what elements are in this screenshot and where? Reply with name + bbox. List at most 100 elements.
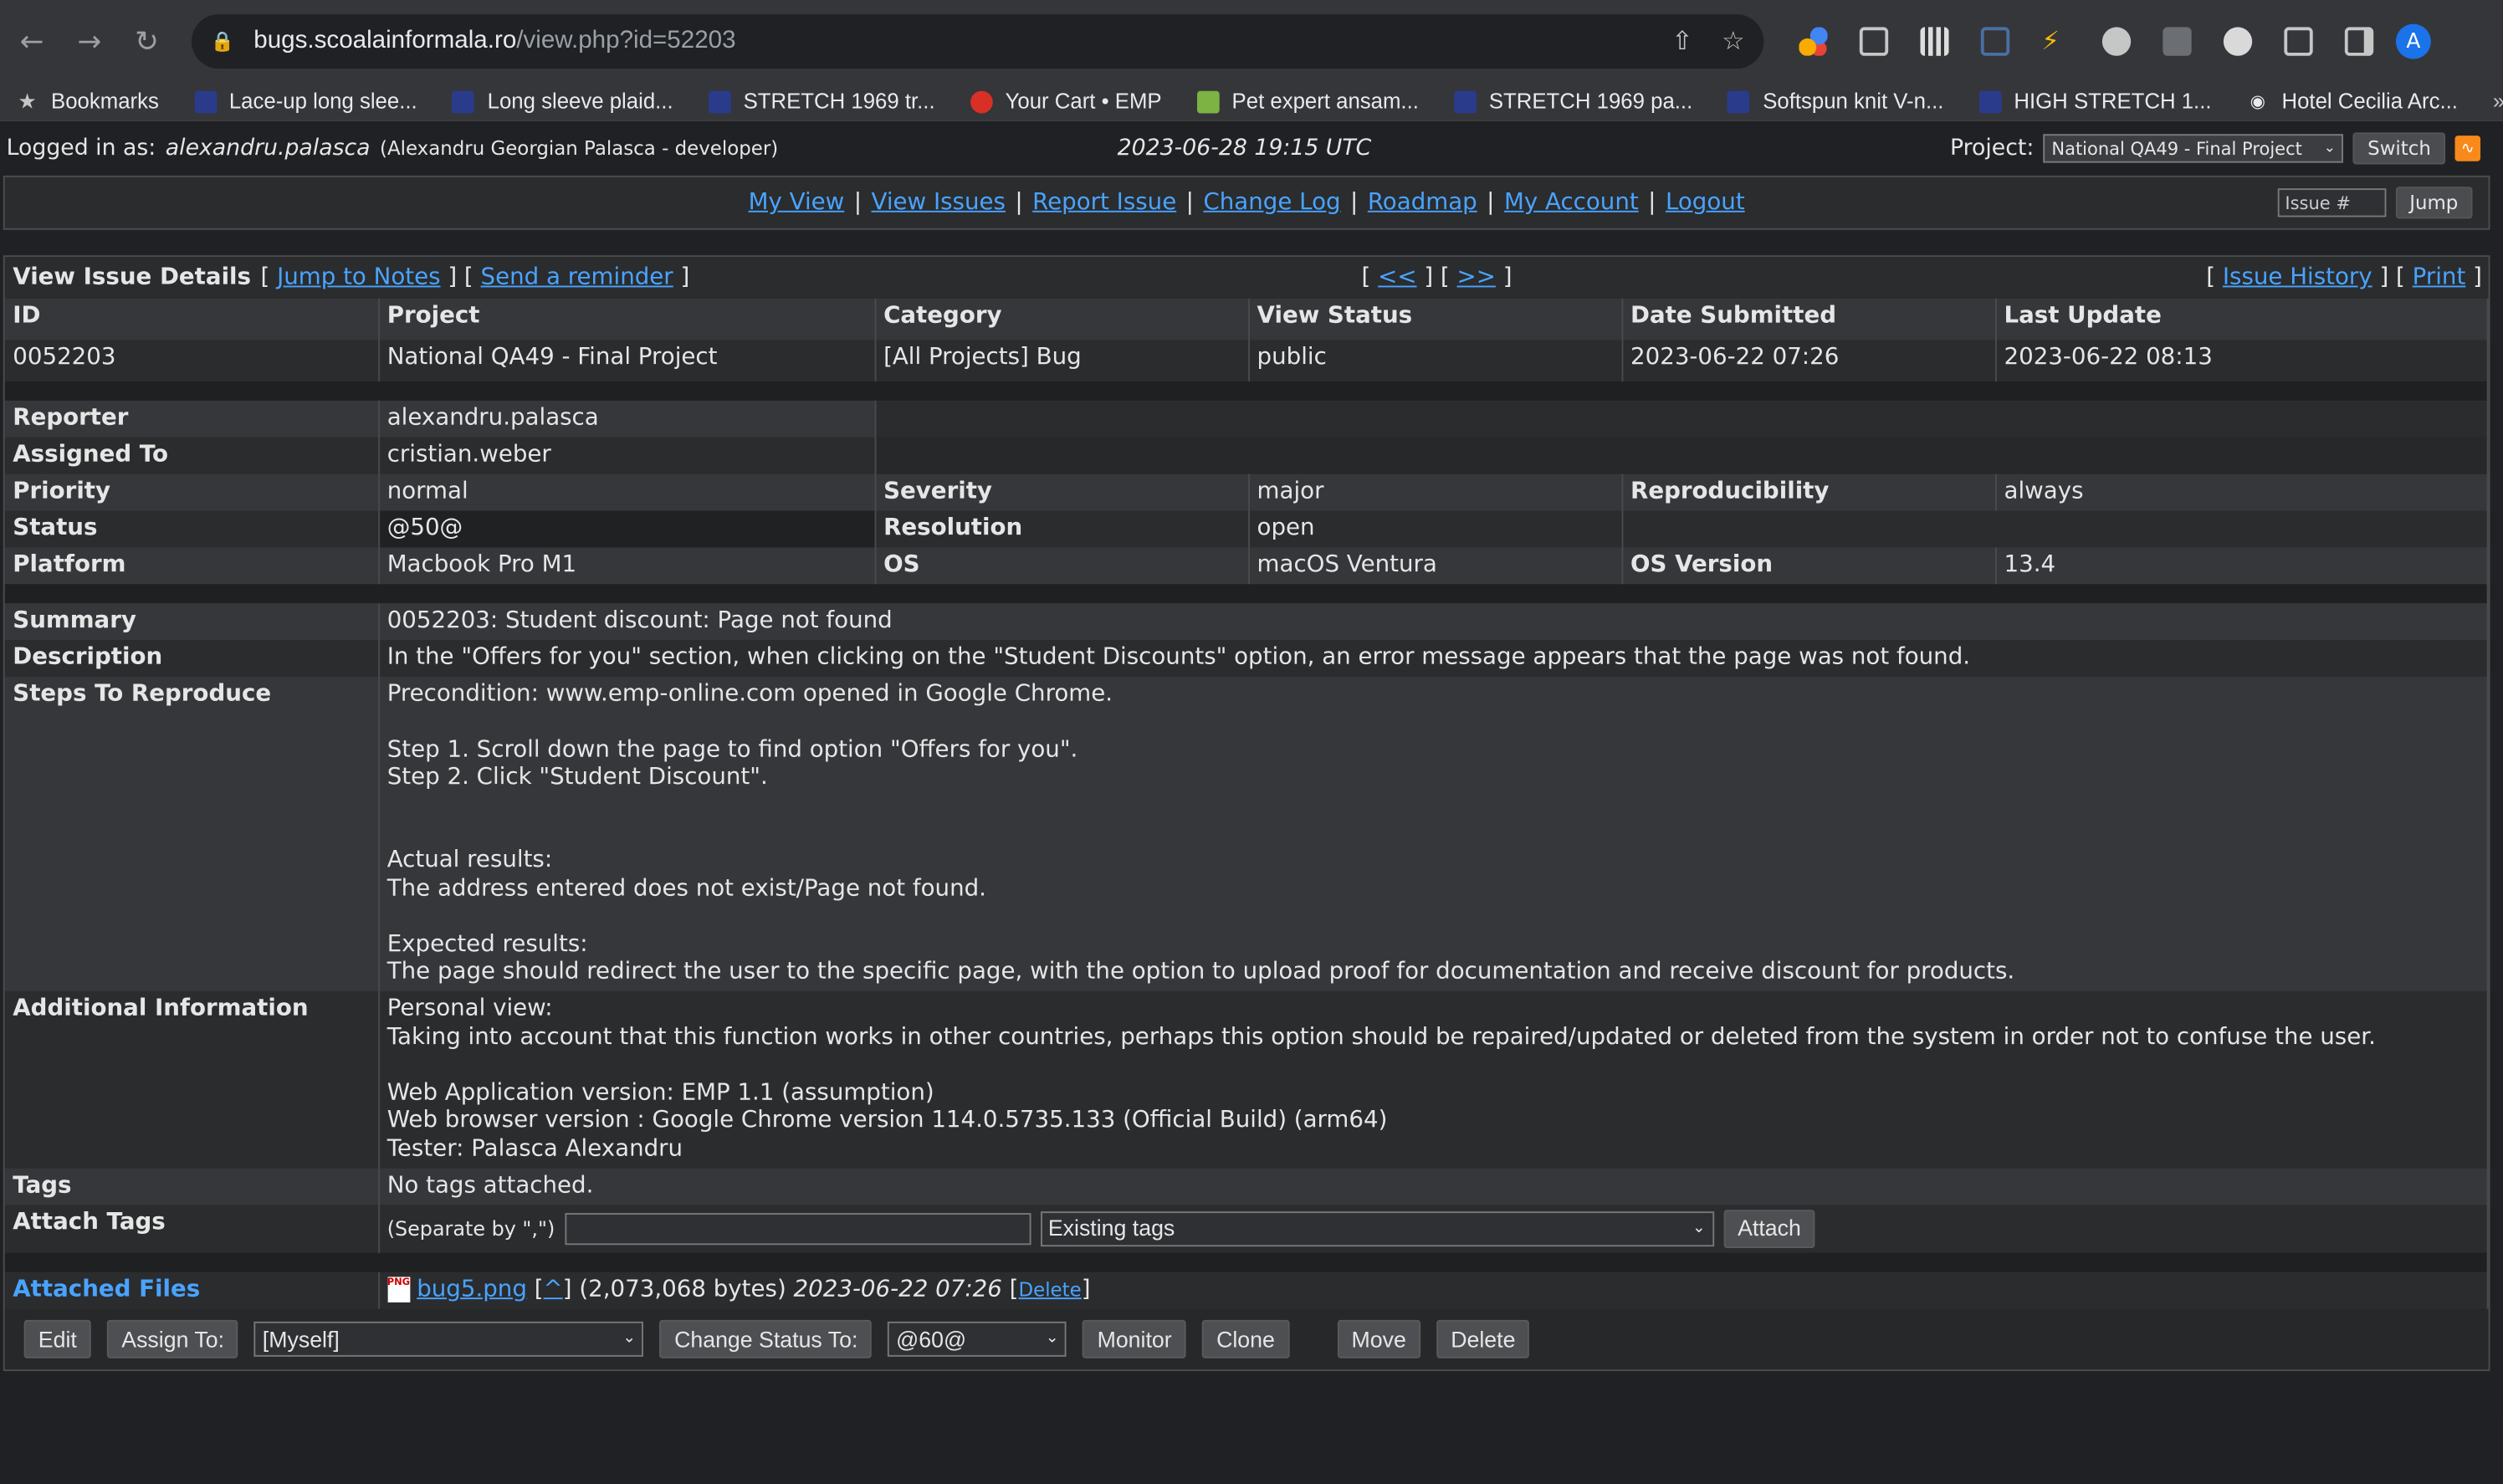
platform-row: Platform Macbook Pro M1 OS macOS Ventura…	[4, 547, 2489, 585]
bookmark-label: HIGH STRETCH 1...	[2014, 89, 2212, 114]
chevron-down-icon: ⌄	[1045, 1330, 1059, 1348]
bookmark-item[interactable]: Pet expert ansam...	[1196, 90, 1419, 113]
menu-link-view-issues[interactable]: View Issues	[872, 190, 1006, 216]
bookmark-item[interactable]: STRETCH 1969 pa...	[1453, 90, 1692, 113]
empty-cell	[1621, 510, 2489, 548]
extension-mail-icon[interactable]	[1859, 27, 1889, 56]
extension-glasses-icon[interactable]	[2101, 27, 2132, 56]
monitor-button[interactable]: Monitor	[1083, 1319, 1186, 1359]
print-link[interactable]: Print	[2413, 265, 2466, 291]
reload-icon[interactable]: ↻	[128, 23, 166, 61]
assign-to-button[interactable]: Assign To:	[107, 1319, 239, 1359]
back-icon[interactable]: ←	[13, 23, 51, 61]
extension-selenium-icon[interactable]	[2163, 27, 2192, 56]
emp-icon	[193, 90, 217, 113]
bookmark-item[interactable]: Lace-up long slee...	[193, 89, 417, 114]
rss-icon[interactable]: ∿	[2454, 136, 2481, 161]
bookmark-star-icon[interactable]: ☆	[1722, 26, 1744, 58]
browser-toolbar: ← → ↻ 🔒 bugs.scoalainformala.ro/view.php…	[0, 0, 2503, 84]
issue-details-panel: View Issue Details [ Jump to Notes ] [ S…	[3, 255, 2490, 1371]
tag-string-input[interactable]	[564, 1212, 1031, 1246]
bookmark-item[interactable]: Long sleeve plaid...	[452, 90, 673, 113]
status-label: Status	[4, 510, 380, 548]
menu-link-my-account[interactable]: My Account	[1504, 190, 1639, 216]
menu-link-report-issue[interactable]: Report Issue	[1032, 190, 1176, 216]
delete-button[interactable]: Delete	[1436, 1319, 1530, 1359]
bookmark-item[interactable]: ◉ Hotel Cecilia Arc...	[2247, 90, 2458, 114]
emp-icon	[1453, 90, 1477, 113]
menu-separator: |	[1648, 190, 1656, 216]
assigned-value: cristian.weber	[378, 437, 876, 474]
bookmark-label: Lace-up long slee...	[228, 89, 417, 114]
jump-to-issue: Issue # Jump	[2276, 187, 2473, 219]
move-button[interactable]: Move	[1337, 1319, 1420, 1359]
bookmark-item[interactable]: HIGH STRETCH 1...	[1978, 89, 2212, 114]
clone-button[interactable]: Clone	[1201, 1319, 1290, 1359]
logged-in-label: Logged in as:	[6, 136, 156, 161]
bookmark-item[interactable]: Softspun knit V-n...	[1728, 89, 1944, 114]
tags-label: Tags	[4, 1168, 380, 1205]
bookmark-label: Softspun knit V-n...	[1763, 89, 1944, 114]
star-icon: ★	[18, 88, 37, 113]
file-delete-link[interactable]: Delete	[1018, 1278, 1081, 1301]
empty-cell	[874, 400, 2489, 438]
extension-dots-icon[interactable]	[1799, 27, 1828, 56]
resolution-value: open	[1248, 510, 1623, 548]
additional-info-label: Additional Information	[4, 991, 380, 1169]
menu-separator: |	[1487, 190, 1495, 216]
tripadvisor-icon: ◉	[2250, 91, 2266, 111]
forward-icon[interactable]: →	[70, 23, 109, 61]
send-reminder-link[interactable]: Send a reminder	[481, 265, 673, 291]
next-issue-link[interactable]: >>	[1457, 265, 1496, 291]
bookmark-item[interactable]: STRETCH 1969 tr...	[708, 90, 935, 113]
empty-cell	[874, 437, 2489, 474]
change-status-select[interactable]: @60@ ⌄	[888, 1321, 1067, 1357]
steps-label: Steps To Reproduce	[4, 676, 380, 992]
prev-issue-link[interactable]: <<	[1378, 265, 1416, 291]
chevron-down-icon: ⌄	[1692, 1220, 1706, 1238]
attached-files-label-cell: Attached Files	[4, 1272, 380, 1309]
attached-files-link[interactable]: Attached Files	[13, 1277, 200, 1302]
menu-link-my-view[interactable]: My View	[749, 190, 845, 216]
page-title: View Issue Details	[13, 264, 252, 291]
menu-link-logout[interactable]: Logout	[1666, 190, 1745, 216]
project-select[interactable]: National QA49 - Final Project ⌄	[2043, 134, 2344, 163]
assign-to-select[interactable]: [Myself] ⌄	[254, 1321, 644, 1357]
bookmark-item[interactable]: Your Cart • EMP	[970, 90, 1162, 113]
issue-history-link[interactable]: Issue History	[2223, 265, 2372, 291]
extension-circle-icon[interactable]	[2223, 27, 2253, 56]
change-status-button[interactable]: Change Status To:	[659, 1319, 873, 1359]
reproducibility-value: always	[1995, 473, 2489, 511]
extension-bolt-icon[interactable]: ⚡	[2041, 26, 2070, 55]
extensions-puzzle-icon[interactable]	[2284, 27, 2313, 56]
chevron-down-icon: ⌄	[622, 1330, 637, 1348]
bookmark-item[interactable]: ★ Bookmarks	[16, 90, 159, 114]
attach-tags-label: Attach Tags	[4, 1205, 380, 1253]
menu-link-change-log[interactable]: Change Log	[1203, 190, 1340, 216]
existing-tags-select[interactable]: Existing tags ⌄	[1040, 1210, 1714, 1246]
user-full-name: (Alexandru Georgian Palasca - developer)	[380, 137, 779, 160]
extension-edit-icon[interactable]	[1980, 27, 2010, 56]
edit-button[interactable]: Edit	[23, 1319, 91, 1359]
address-bar[interactable]: 🔒 bugs.scoalainformala.ro/view.php?id=52…	[191, 14, 1764, 69]
file-caret-link[interactable]: ^	[544, 1277, 563, 1302]
column-value: 0052203	[4, 340, 380, 382]
priority-value: normal	[378, 473, 876, 511]
issue-number-input[interactable]: Issue #	[2276, 188, 2386, 217]
switch-button[interactable]: Switch	[2352, 132, 2446, 165]
extension-qr-icon[interactable]	[1920, 27, 1949, 56]
spacer	[4, 584, 2489, 604]
description-label: Description	[4, 640, 380, 677]
attach-button[interactable]: Attach	[1722, 1210, 1816, 1248]
profile-avatar[interactable]: A	[2395, 23, 2431, 59]
side-panel-icon[interactable]	[2344, 27, 2374, 56]
menu-separator: |	[1015, 190, 1023, 216]
jump-button[interactable]: Jump	[2395, 187, 2473, 219]
emp-icon	[708, 90, 731, 113]
bookmarks-overflow-icon[interactable]: »	[2493, 90, 2503, 114]
jump-to-notes-link[interactable]: Jump to Notes	[277, 265, 440, 291]
file-link[interactable]: bug5.png	[417, 1277, 527, 1302]
steps-text: Precondition: www.emp-online.com opened …	[386, 681, 2015, 985]
share-icon[interactable]: ⇧	[1671, 26, 1693, 58]
menu-link-roadmap[interactable]: Roadmap	[1368, 190, 1477, 216]
